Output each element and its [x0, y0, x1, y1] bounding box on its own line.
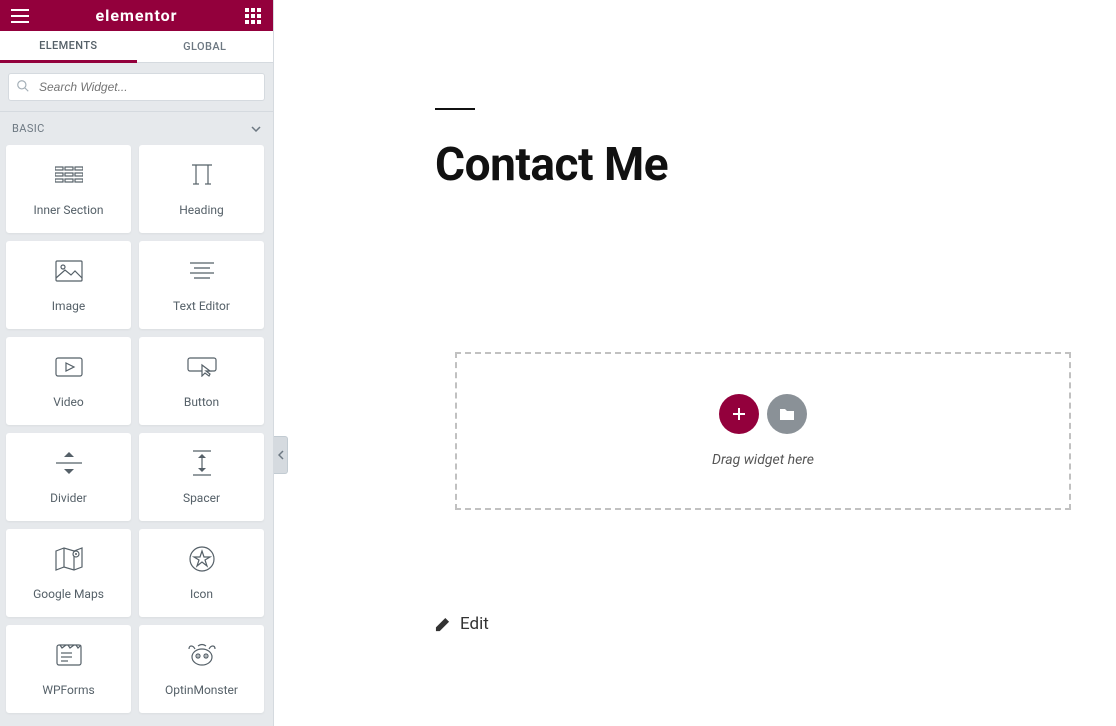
elementor-sidebar: elementor ELEMENTS GLOBAL BASIC Inner Se…	[0, 0, 274, 726]
widget-divider[interactable]: Divider	[6, 433, 131, 521]
category-basic-header[interactable]: BASIC	[0, 112, 273, 145]
heading-section[interactable]: Contact Me	[435, 108, 668, 192]
widget-image[interactable]: Image	[6, 241, 131, 329]
text-editor-icon	[188, 257, 216, 285]
widget-label: Divider	[50, 491, 87, 505]
columns-icon	[55, 161, 83, 189]
button-icon	[187, 353, 217, 381]
template-library-button[interactable]	[767, 394, 807, 434]
title-divider	[435, 108, 475, 110]
map-icon	[55, 545, 83, 573]
edit-label: Edit	[460, 614, 489, 634]
search-icon	[16, 79, 30, 93]
apps-icon[interactable]	[243, 6, 263, 26]
widget-label: Button	[184, 395, 219, 409]
page-title: Contact Me	[435, 138, 668, 192]
add-section-button[interactable]	[719, 394, 759, 434]
search-container	[0, 63, 273, 112]
widget-spacer[interactable]: Spacer	[139, 433, 264, 521]
widget-label: Heading	[179, 203, 224, 217]
widget-google-maps[interactable]: Google Maps	[6, 529, 131, 617]
search-input[interactable]	[8, 73, 265, 101]
optinmonster-icon	[187, 641, 217, 669]
widget-text-editor[interactable]: Text Editor	[139, 241, 264, 329]
panel-tabs: ELEMENTS GLOBAL	[0, 31, 273, 63]
divider-icon	[56, 449, 82, 477]
widget-label: Video	[53, 395, 84, 409]
heading-icon	[188, 161, 216, 189]
widget-heading[interactable]: Heading	[139, 145, 264, 233]
spacer-icon	[191, 449, 213, 477]
widget-label: Spacer	[183, 491, 220, 505]
drop-area[interactable]: Drag widget here	[455, 352, 1071, 510]
tab-elements[interactable]: ELEMENTS	[0, 31, 137, 63]
collapse-sidebar-button[interactable]	[274, 436, 288, 474]
widget-inner-section[interactable]: Inner Section	[6, 145, 131, 233]
widget-label: Image	[52, 299, 85, 313]
widget-button[interactable]: Button	[139, 337, 264, 425]
brand-title: elementor	[30, 6, 243, 25]
widget-label: Google Maps	[33, 587, 104, 601]
widgets-grid: Inner Section Heading Image Text Editor	[0, 145, 273, 719]
category-basic-label: BASIC	[12, 122, 45, 135]
widget-wpforms[interactable]: WPForms	[6, 625, 131, 713]
star-circle-icon	[189, 545, 215, 573]
edit-section-link[interactable]: Edit	[435, 614, 489, 634]
menu-icon[interactable]	[10, 6, 30, 26]
chevron-left-icon	[278, 450, 284, 460]
sidebar-header: elementor	[0, 0, 273, 31]
editor-canvas: Contact Me Drag widget here Edit	[275, 0, 1116, 726]
folder-icon	[779, 407, 795, 421]
video-icon	[55, 353, 83, 381]
image-icon	[55, 257, 83, 285]
widget-label: WPForms	[42, 683, 94, 697]
drop-area-buttons	[719, 394, 807, 434]
widget-video[interactable]: Video	[6, 337, 131, 425]
widget-label: Icon	[190, 587, 213, 601]
chevron-down-icon	[251, 126, 261, 132]
plus-icon	[731, 406, 747, 422]
pencil-icon	[435, 617, 450, 632]
widget-label: Inner Section	[33, 203, 103, 217]
widget-label: OptinMonster	[165, 683, 238, 697]
widget-icon[interactable]: Icon	[139, 529, 264, 617]
widget-label: Text Editor	[173, 299, 230, 313]
widget-optinmonster[interactable]: OptinMonster	[139, 625, 264, 713]
drop-hint-text: Drag widget here	[712, 452, 814, 468]
tab-global[interactable]: GLOBAL	[137, 31, 274, 63]
form-icon	[56, 641, 82, 669]
